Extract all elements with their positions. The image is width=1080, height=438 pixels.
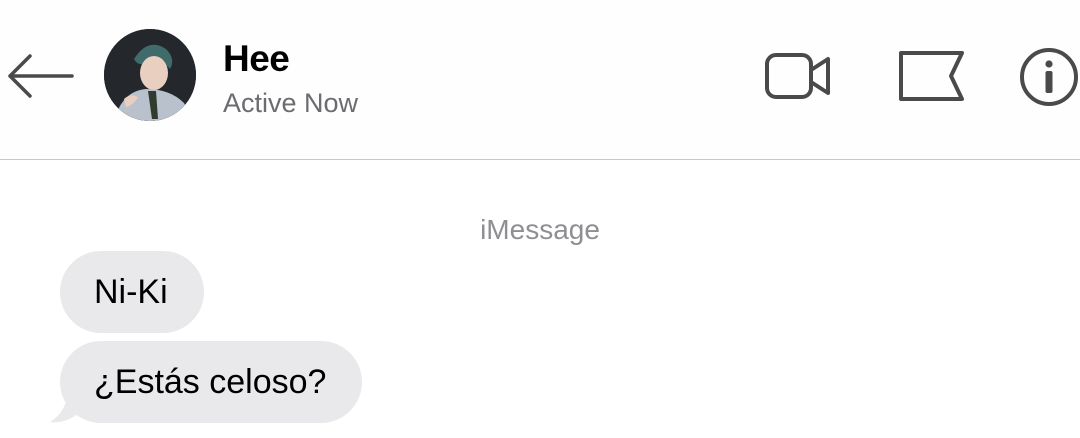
message-bubble[interactable]: Ni-Ki (60, 251, 204, 333)
flag-button[interactable] (896, 48, 968, 104)
contact-name[interactable]: Hee (223, 38, 290, 80)
service-label: iMessage (480, 214, 600, 245)
back-arrow-icon (8, 54, 74, 98)
message-bubble[interactable]: ¿Estás celoso? (60, 341, 363, 423)
video-camera-icon (765, 53, 830, 99)
contact-status: Active Now (223, 88, 359, 118)
video-call-button[interactable] (762, 48, 834, 104)
info-icon (1020, 48, 1078, 106)
info-button[interactable] (1018, 46, 1080, 108)
back-button[interactable] (4, 48, 76, 104)
conversation-header: Hee Active Now (0, 0, 1080, 160)
avatar[interactable] (104, 29, 196, 121)
contact-photo (104, 29, 196, 121)
flag-icon (899, 51, 964, 101)
bubble-tail (50, 392, 80, 423)
